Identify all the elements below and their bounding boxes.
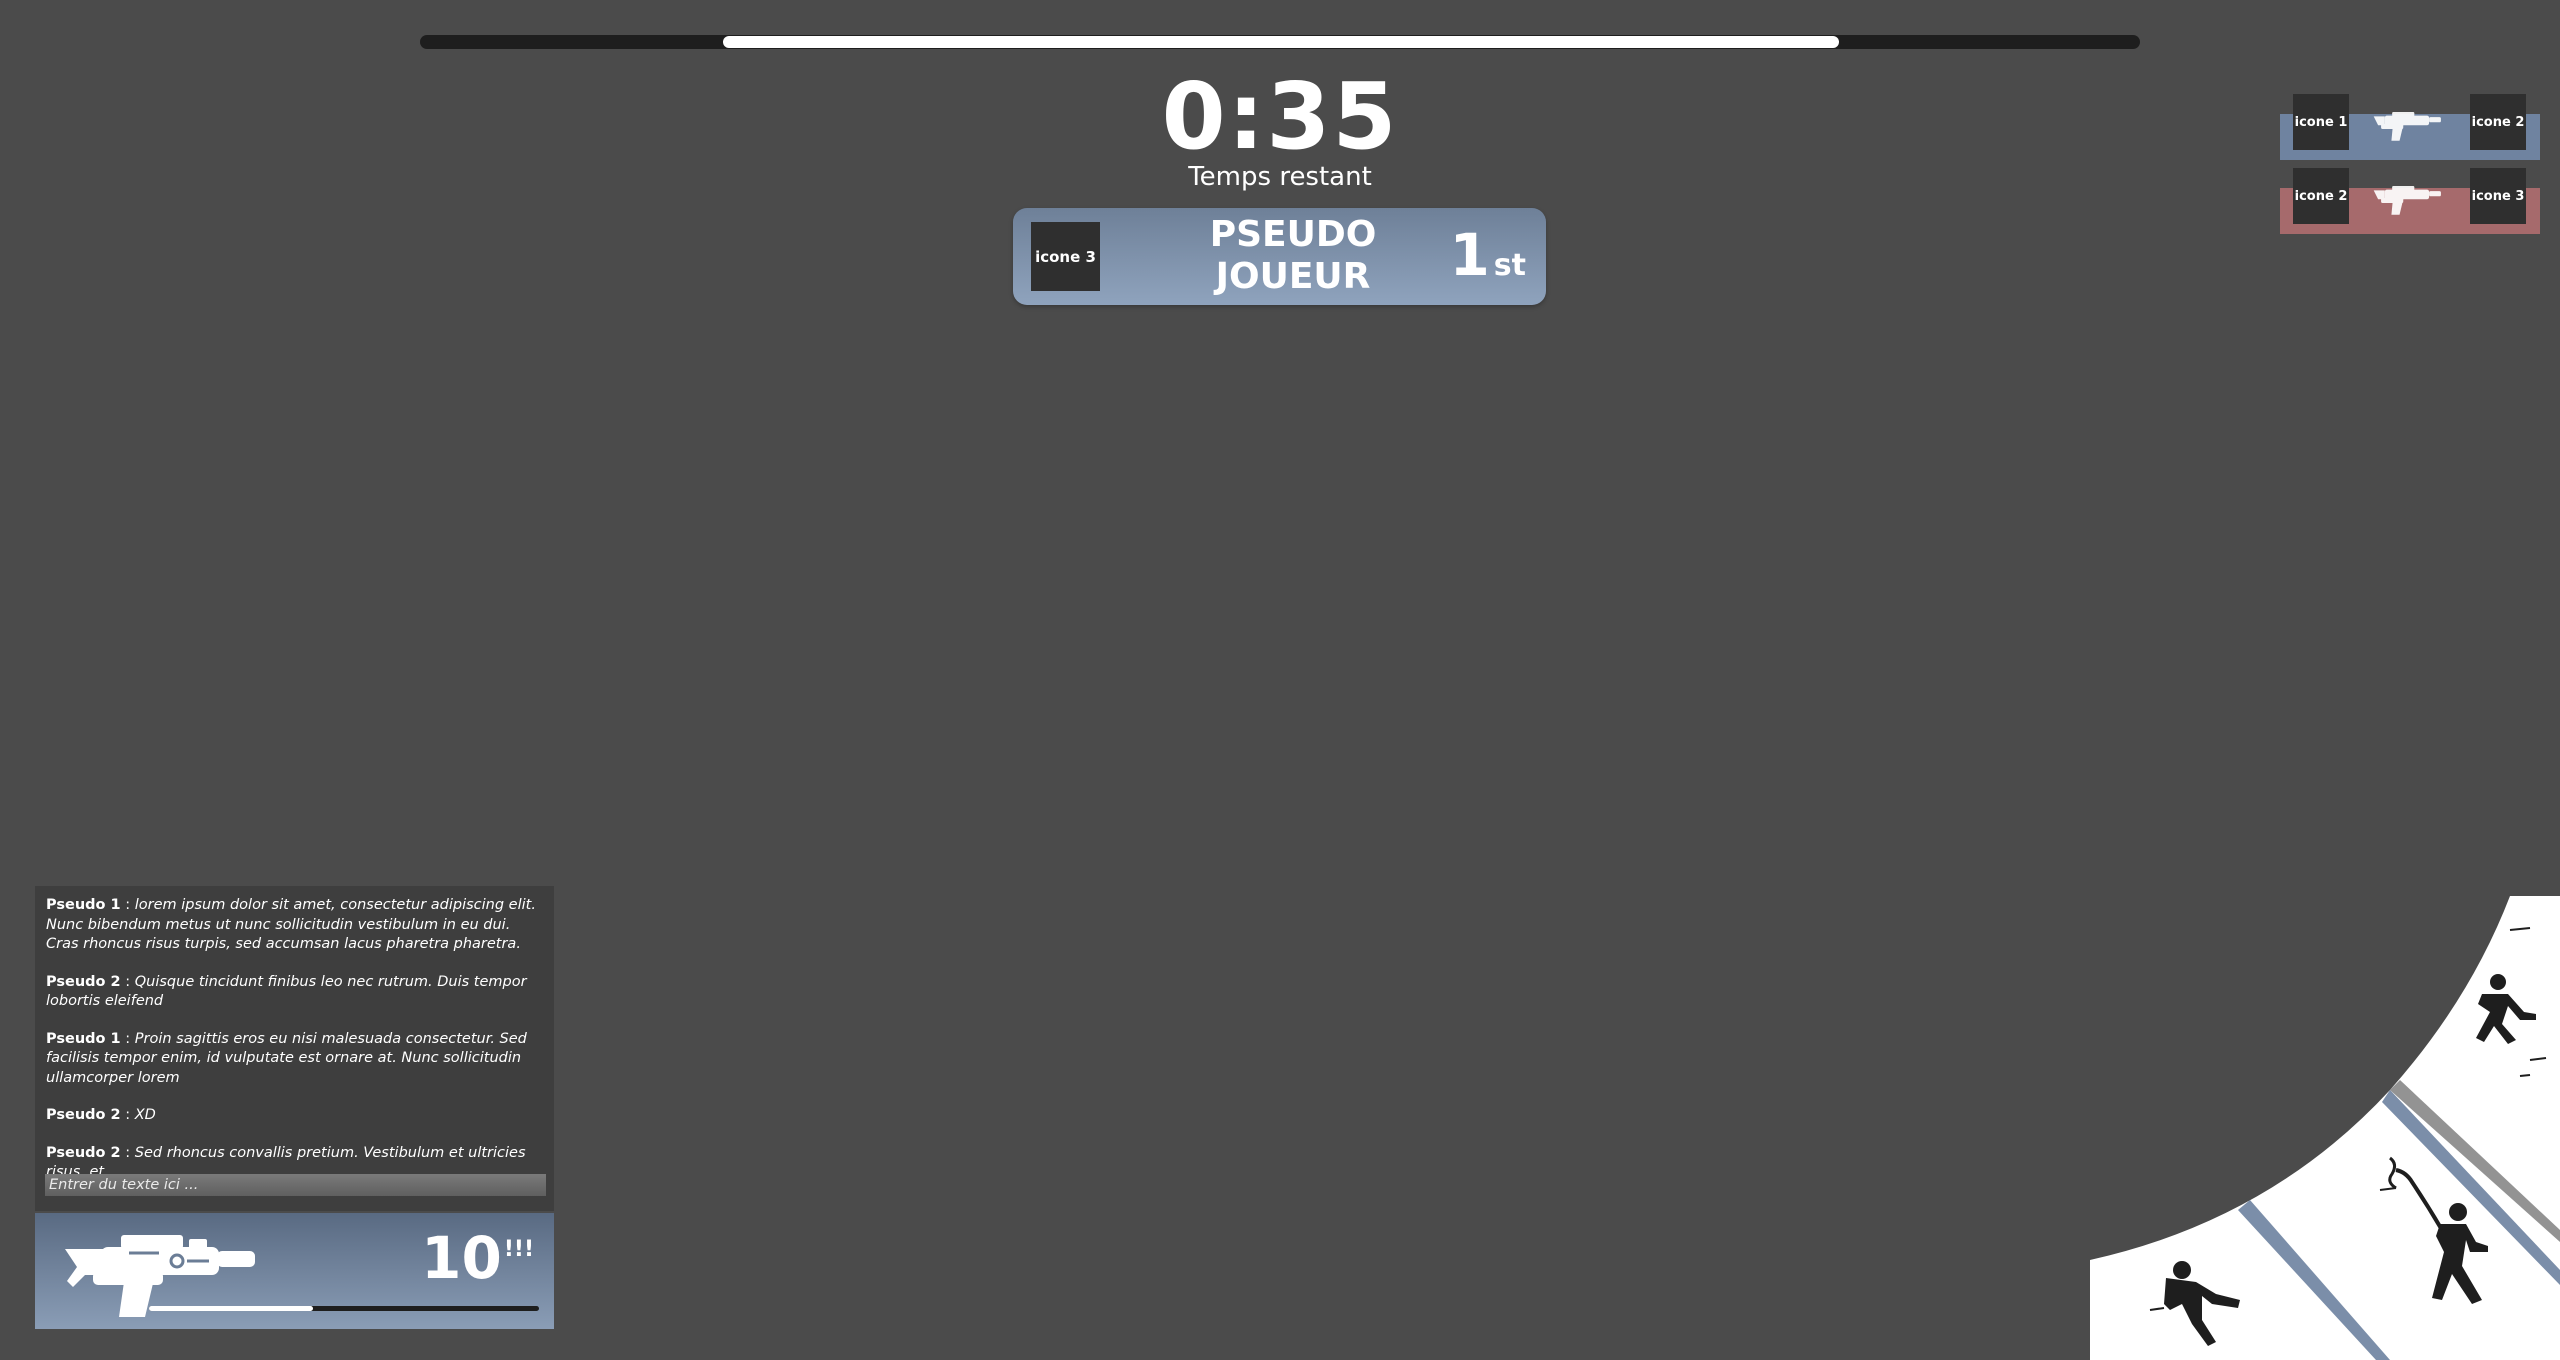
round-progress-bar xyxy=(420,35,2140,49)
player-name: PSEUDO JOUEUR xyxy=(1163,214,1423,298)
chat-separator: : xyxy=(120,897,135,913)
blaster-icon xyxy=(2373,111,2441,141)
round-progress-fill xyxy=(722,36,1839,48)
killfeed-entry: icone 1 icone 2 xyxy=(2280,94,2540,160)
killfeed-entry: icone 2 icone 3 xyxy=(2280,168,2540,234)
killfeed-victim-icon: icone 3 xyxy=(2470,168,2526,224)
chat-message: Pseudo 1 : lorem ipsum dolor sit amet, c… xyxy=(46,896,546,955)
chat-author: Pseudo 2 xyxy=(46,973,121,990)
reload-progress-bar xyxy=(149,1306,539,1311)
player-card: icone 3 PSEUDO JOUEUR 1st xyxy=(1013,208,1546,305)
chat-message: Pseudo 2 : XD xyxy=(46,1106,546,1126)
killfeed-killer-icon: icone 2 xyxy=(2293,168,2349,224)
chat-separator: : xyxy=(120,1144,135,1161)
killfeed-victim-icon: icone 2 xyxy=(2470,94,2526,150)
chat-message: Pseudo 2 : Sed rhoncus convallis pretium… xyxy=(46,1144,546,1177)
rank-number: 1 xyxy=(1449,221,1490,289)
player-name-line2: JOUEUR xyxy=(1215,256,1371,297)
player-icon: icone 3 xyxy=(1031,222,1100,291)
chat-author: Pseudo 2 xyxy=(46,1107,121,1123)
chat-text: XD xyxy=(134,1107,156,1123)
chat-message: Pseudo 2 : Quisque tincidunt finibus leo… xyxy=(46,973,546,1012)
chat-separator: : xyxy=(120,973,135,990)
chat-separator: : xyxy=(120,1107,135,1123)
timer-label: Temps restant xyxy=(1188,162,1372,192)
chat-panel: Pseudo 1 : lorem ipsum dolor sit amet, c… xyxy=(35,886,554,1211)
corner-artwork xyxy=(2090,896,2560,1360)
ammo-counter: 10!!! xyxy=(421,1223,534,1293)
ammo-count: 10 xyxy=(421,1224,502,1292)
timer-value: 0:35 xyxy=(1161,63,1399,170)
killfeed-killer-icon: icone 1 xyxy=(2293,94,2349,150)
chat-message: Pseudo 1 : Proin sagittis eros eu nisi m… xyxy=(46,1030,546,1089)
chat-author: Pseudo 1 xyxy=(46,897,121,913)
player-rank: 1st xyxy=(1449,218,1526,292)
weapon-panel: 10!!! xyxy=(35,1213,554,1329)
chat-input[interactable] xyxy=(45,1174,546,1196)
rank-suffix: st xyxy=(1493,248,1526,283)
player-name-line1: PSEUDO xyxy=(1209,214,1377,255)
chat-author: Pseudo 1 xyxy=(46,1030,121,1047)
ammo-marker: !!! xyxy=(503,1237,534,1262)
chat-messages[interactable]: Pseudo 1 : lorem ipsum dolor sit amet, c… xyxy=(46,896,546,1176)
chat-separator: : xyxy=(120,1030,135,1047)
chat-author: Pseudo 2 xyxy=(46,1144,121,1161)
blaster-icon xyxy=(2373,185,2441,215)
reload-progress-fill xyxy=(149,1306,313,1311)
game-hud: 0:35 Temps restant icone 3 PSEUDO JOUEUR… xyxy=(0,0,2560,1360)
